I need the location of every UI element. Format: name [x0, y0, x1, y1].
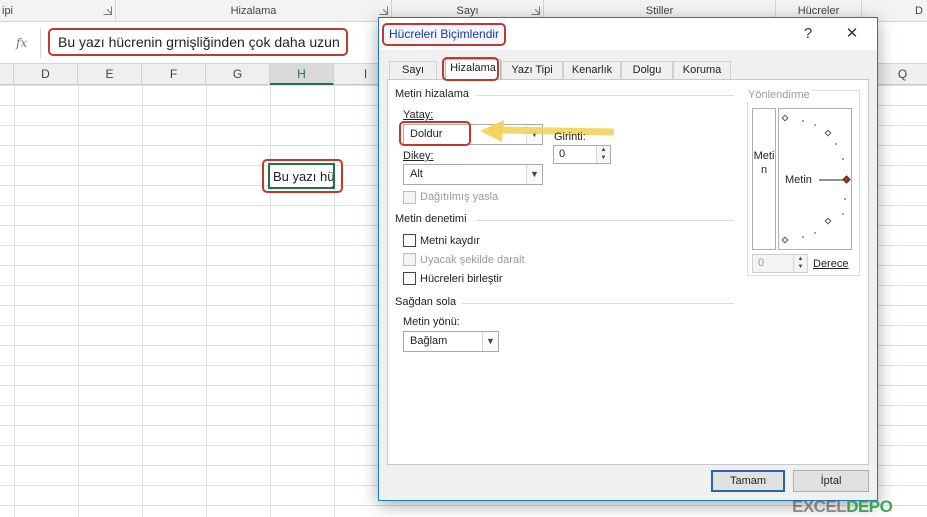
- tab-font[interactable]: Yazı Tipi: [501, 61, 563, 80]
- text-direction-select[interactable]: Bağlam ▼: [403, 331, 499, 352]
- active-cell-text: Bu yazı hü: [273, 169, 335, 184]
- column-header-e[interactable]: E: [78, 64, 142, 85]
- column-header-q[interactable]: Q: [878, 64, 927, 85]
- dialog-launcher-icon[interactable]: [531, 6, 540, 15]
- dialog-launcher-icon[interactable]: [103, 6, 112, 15]
- cancel-button[interactable]: İptal: [793, 470, 869, 492]
- grid-line: [78, 85, 79, 517]
- grid-line: [14, 85, 15, 517]
- dialog-title: Hücreleri Biçimlendir: [382, 23, 507, 46]
- chevron-down-icon[interactable]: ▼: [482, 332, 498, 351]
- vertical-text-button[interactable]: Metin: [752, 108, 776, 250]
- spin-down-icon[interactable]: ▼: [794, 263, 807, 271]
- horizontal-alignment-value: Doldur: [410, 128, 443, 140]
- vertical-text-label: Metin: [753, 150, 775, 176]
- justify-distributed-label: Dağıtılmış yasla: [420, 191, 499, 203]
- orientation-title: Yönlendirme: [746, 89, 812, 101]
- shrink-to-fit-label: Uyacak şekilde daralt: [420, 254, 525, 266]
- grid-line: [142, 85, 143, 517]
- wrap-text-checkbox[interactable]: [403, 234, 416, 247]
- section-title-text-alignment: Metin hizalama: [395, 88, 469, 100]
- degrees-value: 0: [758, 257, 765, 269]
- wrap-text-label[interactable]: Metni kaydır: [420, 235, 480, 247]
- ribbon-group-label: Stiller: [645, 5, 674, 17]
- text-direction-label: Metin yönü:: [403, 316, 460, 328]
- ribbon-group-label: Hizalama: [230, 5, 277, 17]
- section-divider: [476, 95, 734, 96]
- justify-distributed-checkbox: [403, 191, 416, 204]
- vertical-label: Dikey:: [403, 150, 434, 162]
- orientation-dial[interactable]: Metin: [778, 108, 852, 250]
- section-title-text-control: Metin denetimi: [395, 213, 467, 225]
- text-direction-value: Bağlam: [410, 335, 448, 347]
- pointer-arrow-icon: [480, 120, 614, 142]
- ribbon-group-label: D: [915, 5, 923, 17]
- chevron-down-icon[interactable]: ▼: [526, 165, 542, 184]
- tab-fill[interactable]: Dolgu: [621, 61, 673, 80]
- grid-line: [206, 85, 207, 517]
- ok-button[interactable]: Tamam: [711, 470, 785, 492]
- grid-line: [334, 85, 335, 517]
- spinner-arrows[interactable]: ▲ ▼: [596, 146, 610, 163]
- help-button[interactable]: ?: [795, 22, 821, 46]
- dialog-titlebar[interactable]: Hücreleri Biçimlendir ? ✕: [379, 18, 877, 50]
- tab-number[interactable]: Sayı: [389, 61, 437, 80]
- dialog-launcher-icon[interactable]: [379, 6, 388, 15]
- grid-line: [270, 85, 271, 517]
- column-header-f[interactable]: F: [142, 64, 206, 85]
- watermark-part2: DEPO: [846, 497, 893, 516]
- spin-up-icon[interactable]: ▲: [794, 255, 807, 263]
- degrees-label: Derece: [813, 258, 848, 270]
- watermark-logo: EXCELDEPO: [792, 497, 893, 517]
- formula-divider: [40, 28, 41, 58]
- orientation-dial-label: Metin: [785, 174, 812, 186]
- tab-protection[interactable]: Koruma: [673, 61, 731, 80]
- column-header-g[interactable]: G: [206, 64, 270, 85]
- ribbon-group-alignment: Hizalama: [116, 0, 392, 22]
- indent-value: 0: [559, 148, 566, 160]
- degrees-label-text: Derece: [813, 258, 849, 270]
- shrink-to-fit-checkbox: [403, 253, 416, 266]
- merge-cells-checkbox[interactable]: [403, 272, 416, 285]
- indent-spinner[interactable]: 0 ▲ ▼: [553, 145, 611, 164]
- tab-border[interactable]: Kenarlık: [563, 61, 621, 80]
- tab-alignment[interactable]: Hizalama: [445, 59, 501, 81]
- close-button[interactable]: ✕: [839, 22, 865, 46]
- active-cell[interactable]: Bu yazı hü: [268, 163, 335, 189]
- select-all-corner[interactable]: [0, 64, 14, 85]
- ribbon-group-font-type: ipi: [0, 0, 116, 22]
- ribbon-group-label: ipi: [2, 5, 14, 17]
- column-header-h[interactable]: H: [270, 64, 334, 85]
- vertical-alignment-value: Alt: [410, 168, 423, 180]
- column-header-d[interactable]: D: [14, 64, 78, 85]
- degrees-spinner[interactable]: 0 ▲ ▼: [752, 254, 808, 273]
- watermark-part1: EXCEL: [792, 497, 847, 516]
- fill-handle[interactable]: [331, 185, 333, 187]
- indent-label: Girinti:: [554, 131, 586, 143]
- function-icon[interactable]: fx: [16, 36, 27, 50]
- section-title-rtl: Sağdan sola: [395, 296, 457, 308]
- ribbon-group-label: Sayı: [456, 5, 479, 17]
- section-divider: [476, 220, 734, 221]
- vertical-label-text: Dikey:: [403, 150, 434, 162]
- spin-up-icon[interactable]: ▲: [597, 146, 610, 154]
- ribbon-group-label: Hücreler: [797, 5, 840, 17]
- formula-input[interactable]: Bu yazı hücrenin grnişliğinden çok daha …: [48, 28, 348, 56]
- horizontal-label: Yatay:: [403, 109, 433, 121]
- spin-down-icon[interactable]: ▼: [597, 154, 610, 162]
- vertical-alignment-select[interactable]: Alt ▼: [403, 164, 543, 185]
- section-divider: [462, 303, 734, 304]
- merge-cells-label[interactable]: Hücreleri birleştir: [420, 273, 503, 285]
- horizontal-label-text: Yatay:: [403, 109, 434, 121]
- spinner-arrows[interactable]: ▲ ▼: [793, 255, 807, 272]
